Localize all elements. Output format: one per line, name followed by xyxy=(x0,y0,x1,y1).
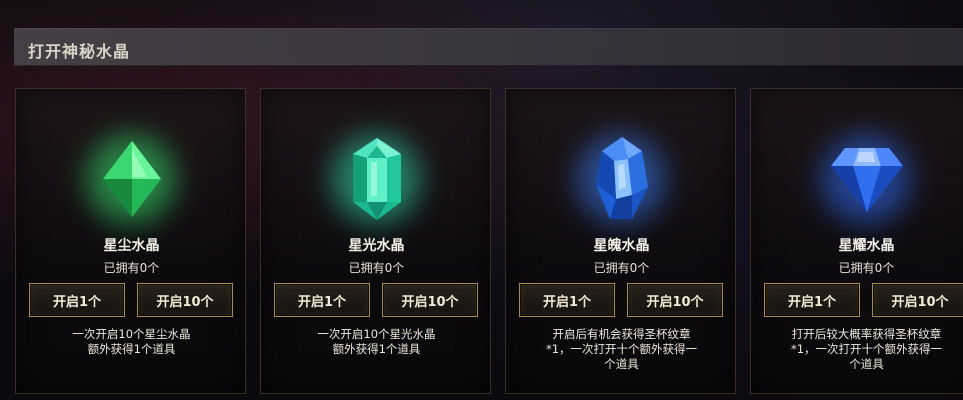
crystal-card-starlight: 星光水晶 已拥有0个 开启1个 开启10个 一次开启10个星光水晶 额外获得1个… xyxy=(260,88,491,394)
crystal-name: 星耀水晶 xyxy=(838,238,895,254)
open-one-button[interactable]: 开启1个 xyxy=(764,283,860,317)
crystal-description: 一次开启10个星尘水晶 额外获得1个道具 xyxy=(72,327,191,356)
open-one-button[interactable]: 开启1个 xyxy=(519,283,615,317)
owned-count: 已拥有0个 xyxy=(838,261,895,275)
crystal-description: 开启后有机会获得圣杯纹章 *1，一次打开十个额外获得一 个道具 xyxy=(545,327,698,371)
open-one-button[interactable]: 开启1个 xyxy=(274,283,370,317)
green-gem-icon xyxy=(102,141,161,217)
crystal-card-starsoul: 星魄水晶 已拥有0个 开启1个 开启10个 开启后有机会获得圣杯纹章 *1，一次… xyxy=(505,88,736,394)
crystal-image xyxy=(506,129,737,229)
crystal-image xyxy=(261,129,492,229)
owned-count: 已拥有0个 xyxy=(593,261,650,275)
teal-crystal-icon xyxy=(352,138,401,220)
crystal-name: 星光水晶 xyxy=(348,238,405,254)
crystal-description: 一次开启10个星光水晶 额外获得1个道具 xyxy=(317,327,436,356)
open-ten-button[interactable]: 开启10个 xyxy=(137,283,233,317)
crystal-name: 星魄水晶 xyxy=(593,238,650,254)
crystal-name: 星尘水晶 xyxy=(103,238,160,254)
crystal-card-stardazzle: 星耀水晶 已拥有0个 开启1个 开启10个 打开后较大概率获得圣杯纹章 *1，一… xyxy=(750,88,963,394)
open-one-button[interactable]: 开启1个 xyxy=(29,283,125,317)
open-ten-button[interactable]: 开启10个 xyxy=(382,283,478,317)
crystal-description: 打开后较大概率获得圣杯纹章 *1，一次打开十个额外获得一 个道具 xyxy=(790,327,943,371)
crystal-card-stardust: 星尘水晶 已拥有0个 开启1个 开启10个 一次开启10个星尘水晶 额外获得1个… xyxy=(15,88,246,394)
open-ten-button[interactable]: 开启10个 xyxy=(627,283,723,317)
crystal-image xyxy=(16,129,247,229)
owned-count: 已拥有0个 xyxy=(348,261,405,275)
blue-diamond-icon xyxy=(830,148,903,212)
owned-count: 已拥有0个 xyxy=(103,261,160,275)
crystal-image xyxy=(751,129,963,229)
crystal-cards: 星尘水晶 已拥有0个 开启1个 开启10个 一次开启10个星尘水晶 额外获得1个… xyxy=(0,0,963,400)
blue-crystal-icon xyxy=(595,137,648,219)
open-ten-button[interactable]: 开启10个 xyxy=(872,283,963,317)
